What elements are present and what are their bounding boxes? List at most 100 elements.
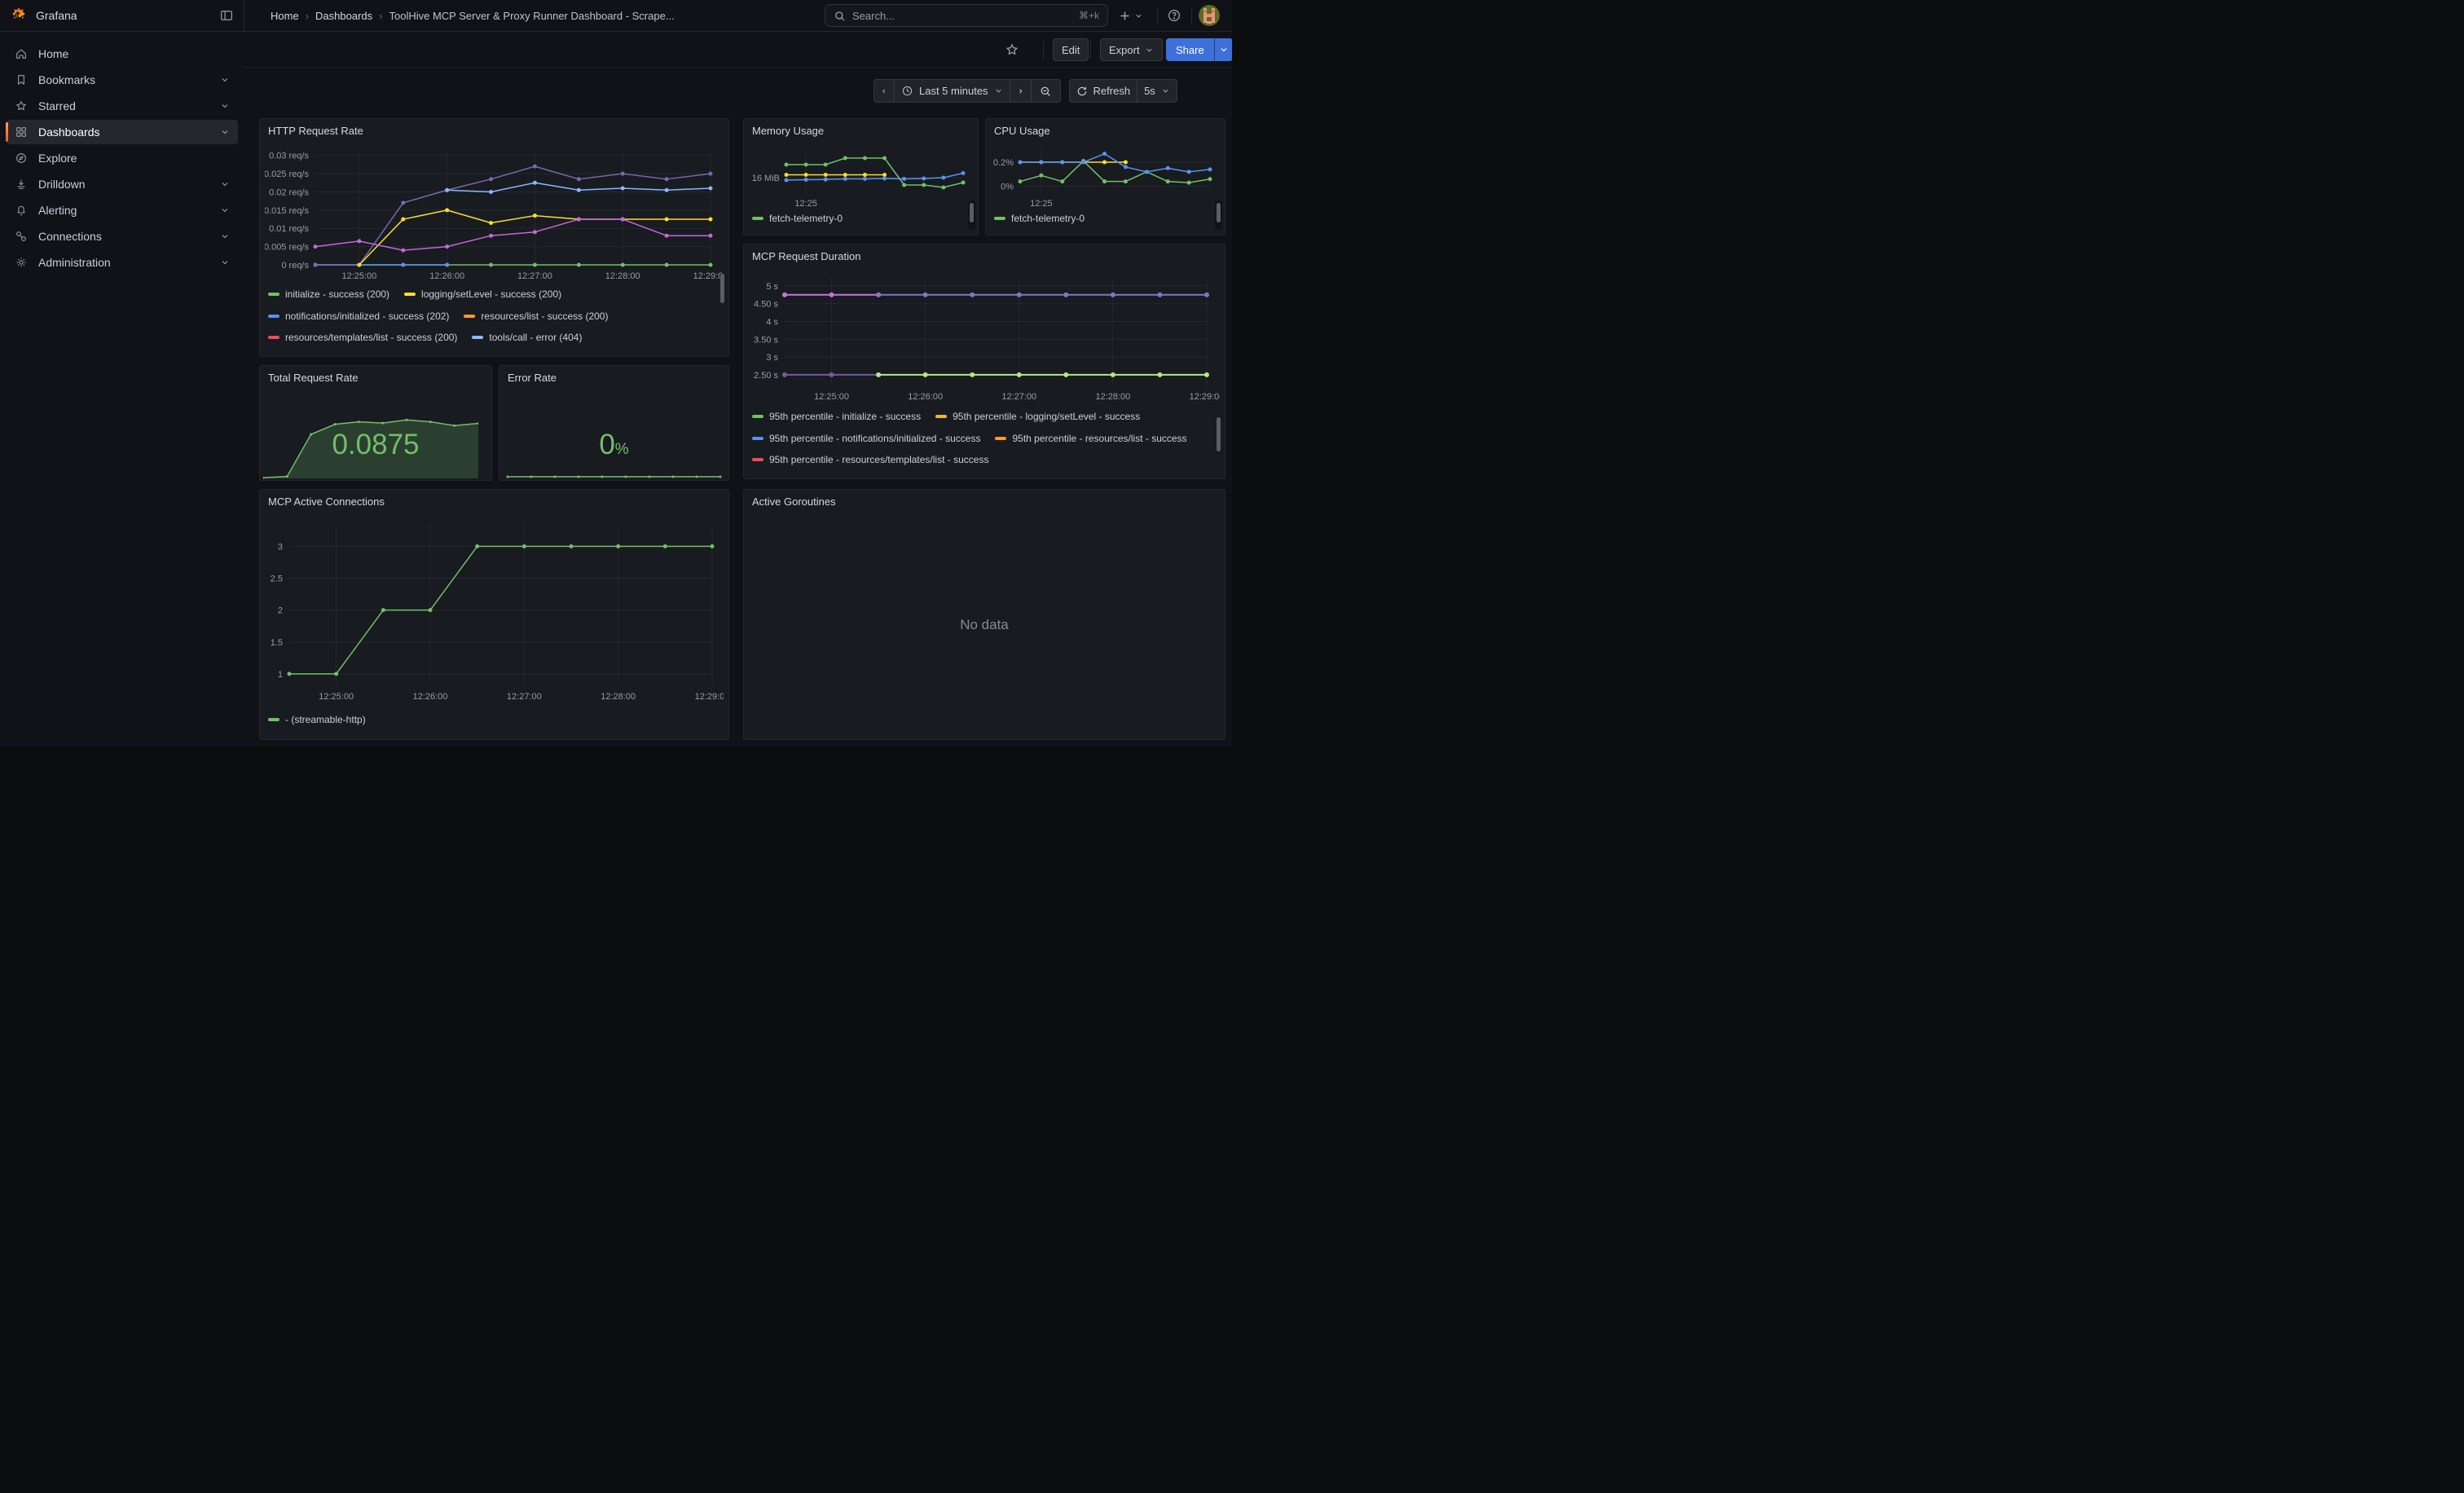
share-button[interactable]: Share [1166,38,1214,61]
sidebar-item-home[interactable]: Home [7,42,238,66]
sidebar-item-label: Dashboards [38,126,100,139]
svg-text:2.5: 2.5 [271,575,283,584]
toolbar-divider [1043,41,1044,59]
add-new-button[interactable] [1118,0,1143,31]
chevron-down-icon[interactable] [220,205,230,215]
http-legend: initialize - success (200) logging/setLev… [268,286,720,351]
chevron-down-icon [1161,86,1170,95]
http-request-rate-chart[interactable]: 12:25:0012:26:0012:27:0012:28:0012:29:00… [265,140,724,284]
sidebar-item-label: Starred [38,99,76,112]
no-data-message: No data [744,511,1225,739]
chevron-down-icon[interactable] [220,179,230,189]
legend-swatch [752,415,763,418]
legend-item[interactable]: resources/list - success (200) [464,309,608,323]
time-forward-button[interactable] [1010,79,1032,103]
mcp-request-duration-chart[interactable]: 12:25:0012:26:0012:27:0012:28:0012:29:00… [749,266,1220,407]
legend-label: fetch-telemetry-0 [769,213,843,224]
sidebar-item-connections[interactable]: Connections [7,224,238,249]
legend-item[interactable]: 95th percentile - initialize - success [752,410,921,424]
svg-text:0.2%: 0.2% [993,158,1014,168]
sidebar-toggle-icon[interactable] [219,8,234,23]
svg-text:3 s: 3 s [766,353,778,363]
legend-scrollbar[interactable] [970,203,974,222]
breadcrumb-home[interactable]: Home [271,10,299,22]
legend-label: initialize - success (200) [285,288,389,300]
panel-cpu-usage: CPU Usage 12:250.2%0% fetch-telemetry-0 [985,118,1225,236]
panel-title[interactable]: MCP Request Duration [744,244,1225,266]
legend-label: resources/list - success (200) [481,310,608,322]
sidebar-item-dashboards[interactable]: Dashboards [7,120,238,144]
time-controls: Last 5 minutes Refresh 5s [873,79,1177,103]
edit-button[interactable]: Edit [1053,38,1089,61]
compass-icon [15,152,28,165]
time-range-picker[interactable]: Last 5 minutes [895,79,1010,103]
panel-title[interactable]: Error Rate [499,366,728,387]
mcp-active-connections-chart[interactable]: 12:25:0012:26:0012:27:0012:28:0012:29:00… [265,511,724,710]
time-back-button[interactable] [873,79,895,103]
legend-label: logging/setLevel - success (200) [421,288,561,300]
chevron-right-icon [1017,86,1024,96]
svg-text:3.50 s: 3.50 s [754,335,778,345]
search-input[interactable]: Search... ⌘+k [825,4,1108,27]
sidebar-item-drilldown[interactable]: Drilldown [7,172,238,196]
legend-item[interactable]: logging/setLevel - success (200) [404,288,561,302]
sidebar-item-explore[interactable]: Explore [7,146,238,170]
sidebar-item-label: Drilldown [38,178,86,191]
chevron-down-icon[interactable] [220,231,230,241]
legend-item[interactable]: fetch-telemetry-0 [752,212,843,226]
legend-item[interactable]: resources/templates/list - success (200) [268,331,457,345]
legend-item[interactable]: 95th percentile - notifications/initiali… [752,431,980,445]
legend-swatch [935,415,947,418]
panel-title[interactable]: MCP Active Connections [260,490,728,511]
drilldown-icon [15,178,28,191]
panel-title[interactable]: Memory Usage [744,119,978,140]
cpu-usage-chart[interactable]: 12:250.2%0% [991,140,1220,209]
svg-text:12:25: 12:25 [1030,199,1053,209]
legend-item[interactable]: tools/call - error (404) [472,331,582,345]
legend-item[interactable]: 95th percentile - logging/setLevel - suc… [935,410,1140,424]
svg-text:12:28:00: 12:28:00 [605,271,640,281]
panel-title[interactable]: Total Request Rate [260,366,491,387]
svg-text:12:26:00: 12:26:00 [908,392,943,402]
panel-title[interactable]: CPU Usage [986,119,1225,140]
share-options-button[interactable] [1214,38,1232,61]
refresh-interval-picker[interactable]: 5s [1137,79,1177,103]
panel-title[interactable]: HTTP Request Rate [260,119,728,140]
help-button[interactable] [1167,0,1181,31]
legend-scrollbar[interactable] [1217,203,1221,222]
chevron-down-icon[interactable] [220,101,230,111]
panel-title[interactable]: Active Goroutines [744,490,1225,511]
sidebar-item-bookmarks[interactable]: Bookmarks [7,68,238,92]
zoom-out-button[interactable] [1032,79,1061,103]
legend-label: 95th percentile - initialize - success [769,411,921,422]
refresh-button[interactable]: Refresh [1069,79,1138,103]
chevron-down-icon [1134,11,1143,20]
sidebar-item-label: Connections [38,230,102,243]
sidebar-item-administration[interactable]: Administration [7,250,238,275]
legend-scrollbar[interactable] [1217,417,1221,451]
svg-text:12:29:00: 12:29:00 [1190,392,1220,402]
svg-text:12:26:00: 12:26:00 [413,692,448,702]
breadcrumb-dashboards[interactable]: Dashboards [315,10,372,22]
legend-item[interactable]: 95th percentile - resources/templates/li… [752,453,988,467]
chevron-down-icon[interactable] [220,127,230,137]
favorite-star-icon[interactable] [1001,39,1023,60]
panel-http-request-rate: HTTP Request Rate 12:25:0012:26:0012:27:… [259,118,729,357]
chevron-down-icon[interactable] [220,75,230,85]
export-button[interactable]: Export [1100,38,1163,61]
legend-label: fetch-telemetry-0 [1011,213,1085,224]
legend-item[interactable]: 95th percentile - resources/list - succe… [995,431,1186,445]
clock-icon [901,85,913,97]
user-avatar[interactable] [1199,5,1220,26]
sidebar-item-starred[interactable]: Starred [7,94,238,118]
topbar-divider [1157,7,1158,24]
chevron-down-icon[interactable] [220,258,230,267]
legend-item[interactable]: notifications/initialized - success (202… [268,309,449,323]
legend-item[interactable]: - (streamable-http) [268,713,366,727]
legend-scrollbar[interactable] [720,274,724,303]
memory-usage-chart[interactable]: 12:2516 MiB [749,140,973,209]
legend-item[interactable]: initialize - success (200) [268,288,389,302]
grafana-logo-icon[interactable] [10,7,28,24]
sidebar-item-alerting[interactable]: Alerting [7,198,238,222]
legend-item[interactable]: fetch-telemetry-0 [994,212,1085,226]
